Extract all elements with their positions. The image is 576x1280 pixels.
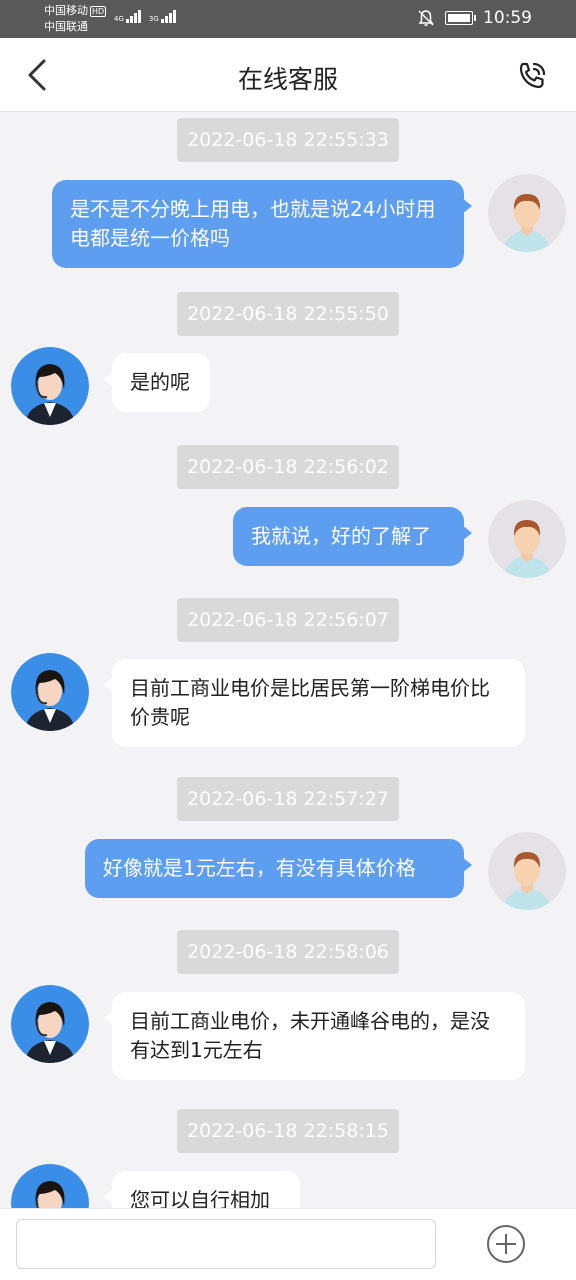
incoming-message-bubble[interactable]: 目前工商业电价，未开通峰谷电的，是没有达到1元左右: [104, 992, 525, 1080]
add-attachment-button[interactable]: [486, 1224, 526, 1264]
agent-avatar[interactable]: [11, 1164, 89, 1208]
agent-avatar[interactable]: [11, 653, 89, 731]
message-timestamp: 2022-06-18 22:56:07: [177, 598, 399, 642]
carrier-info: 中国移动 HD 中国联通: [44, 3, 107, 35]
agent-avatar[interactable]: [11, 347, 89, 425]
agent-avatar-icon: [11, 985, 89, 1063]
agent-avatar-icon: [11, 653, 89, 731]
message-timestamp: 2022-06-18 22:56:02: [177, 445, 399, 489]
signal-icon: 3G: [149, 10, 176, 23]
user-avatar-icon: [488, 832, 566, 910]
agent-avatar-icon: [11, 1164, 89, 1208]
incoming-message-bubble[interactable]: 是的呢: [104, 353, 210, 412]
user-avatar[interactable]: [488, 832, 566, 910]
incoming-message-bubble[interactable]: 目前工商业电价是比居民第一阶梯电价比价贵呢: [104, 659, 525, 747]
user-avatar-icon: [488, 500, 566, 578]
network-type-label: 4G: [114, 15, 124, 23]
message-timestamp: 2022-06-18 22:58:06: [177, 930, 399, 974]
input-bar: [0, 1208, 576, 1280]
message-timestamp: 2022-06-18 22:58:15: [177, 1109, 399, 1153]
signal-indicators: 4G 3G: [114, 10, 176, 23]
agent-avatar-icon: [11, 347, 89, 425]
outgoing-message-bubble[interactable]: 是不是不分晚上用电，也就是说24小时用电都是统一价格吗: [52, 180, 472, 268]
message-timestamp: 2022-06-18 22:57:27: [177, 777, 399, 821]
agent-avatar[interactable]: [11, 985, 89, 1063]
battery-icon: [445, 11, 476, 25]
user-avatar[interactable]: [488, 500, 566, 578]
clock: 10:59: [483, 8, 532, 28]
outgoing-message-bubble[interactable]: 我就说，好的了解了: [233, 507, 472, 566]
call-button[interactable]: [516, 60, 548, 92]
status-right: 10:59: [417, 8, 532, 28]
carrier-1: 中国移动: [44, 4, 88, 17]
network-type-label: 3G: [148, 15, 159, 23]
carrier-2: 中国联通: [44, 20, 88, 33]
hd-badge: HD: [90, 6, 107, 17]
outgoing-message-bubble[interactable]: 好像就是1元左右，有没有具体价格: [85, 839, 472, 898]
user-avatar[interactable]: [488, 174, 566, 252]
phone-call-icon[interactable]: [516, 60, 548, 92]
nav-bar: 在线客服: [0, 38, 576, 112]
incoming-message-bubble[interactable]: 您可以自行相加: [104, 1171, 300, 1208]
status-bar: 中国移动 HD 中国联通 4G 3G 10:59: [0, 0, 576, 38]
message-timestamp: 2022-06-18 22:55:33: [177, 118, 399, 162]
signal-icon: 4G: [114, 10, 141, 23]
chat-message-list[interactable]: 2022-06-18 22:55:33 是不是不分晚上用电，也就是说24小时用电…: [0, 112, 576, 1208]
page-title: 在线客服: [237, 65, 338, 94]
message-input[interactable]: [16, 1219, 436, 1269]
bell-off-icon: [418, 10, 434, 26]
message-timestamp: 2022-06-18 22:55:50: [177, 292, 399, 336]
user-avatar-icon: [488, 174, 566, 252]
plus-circle-icon[interactable]: [486, 1224, 526, 1264]
